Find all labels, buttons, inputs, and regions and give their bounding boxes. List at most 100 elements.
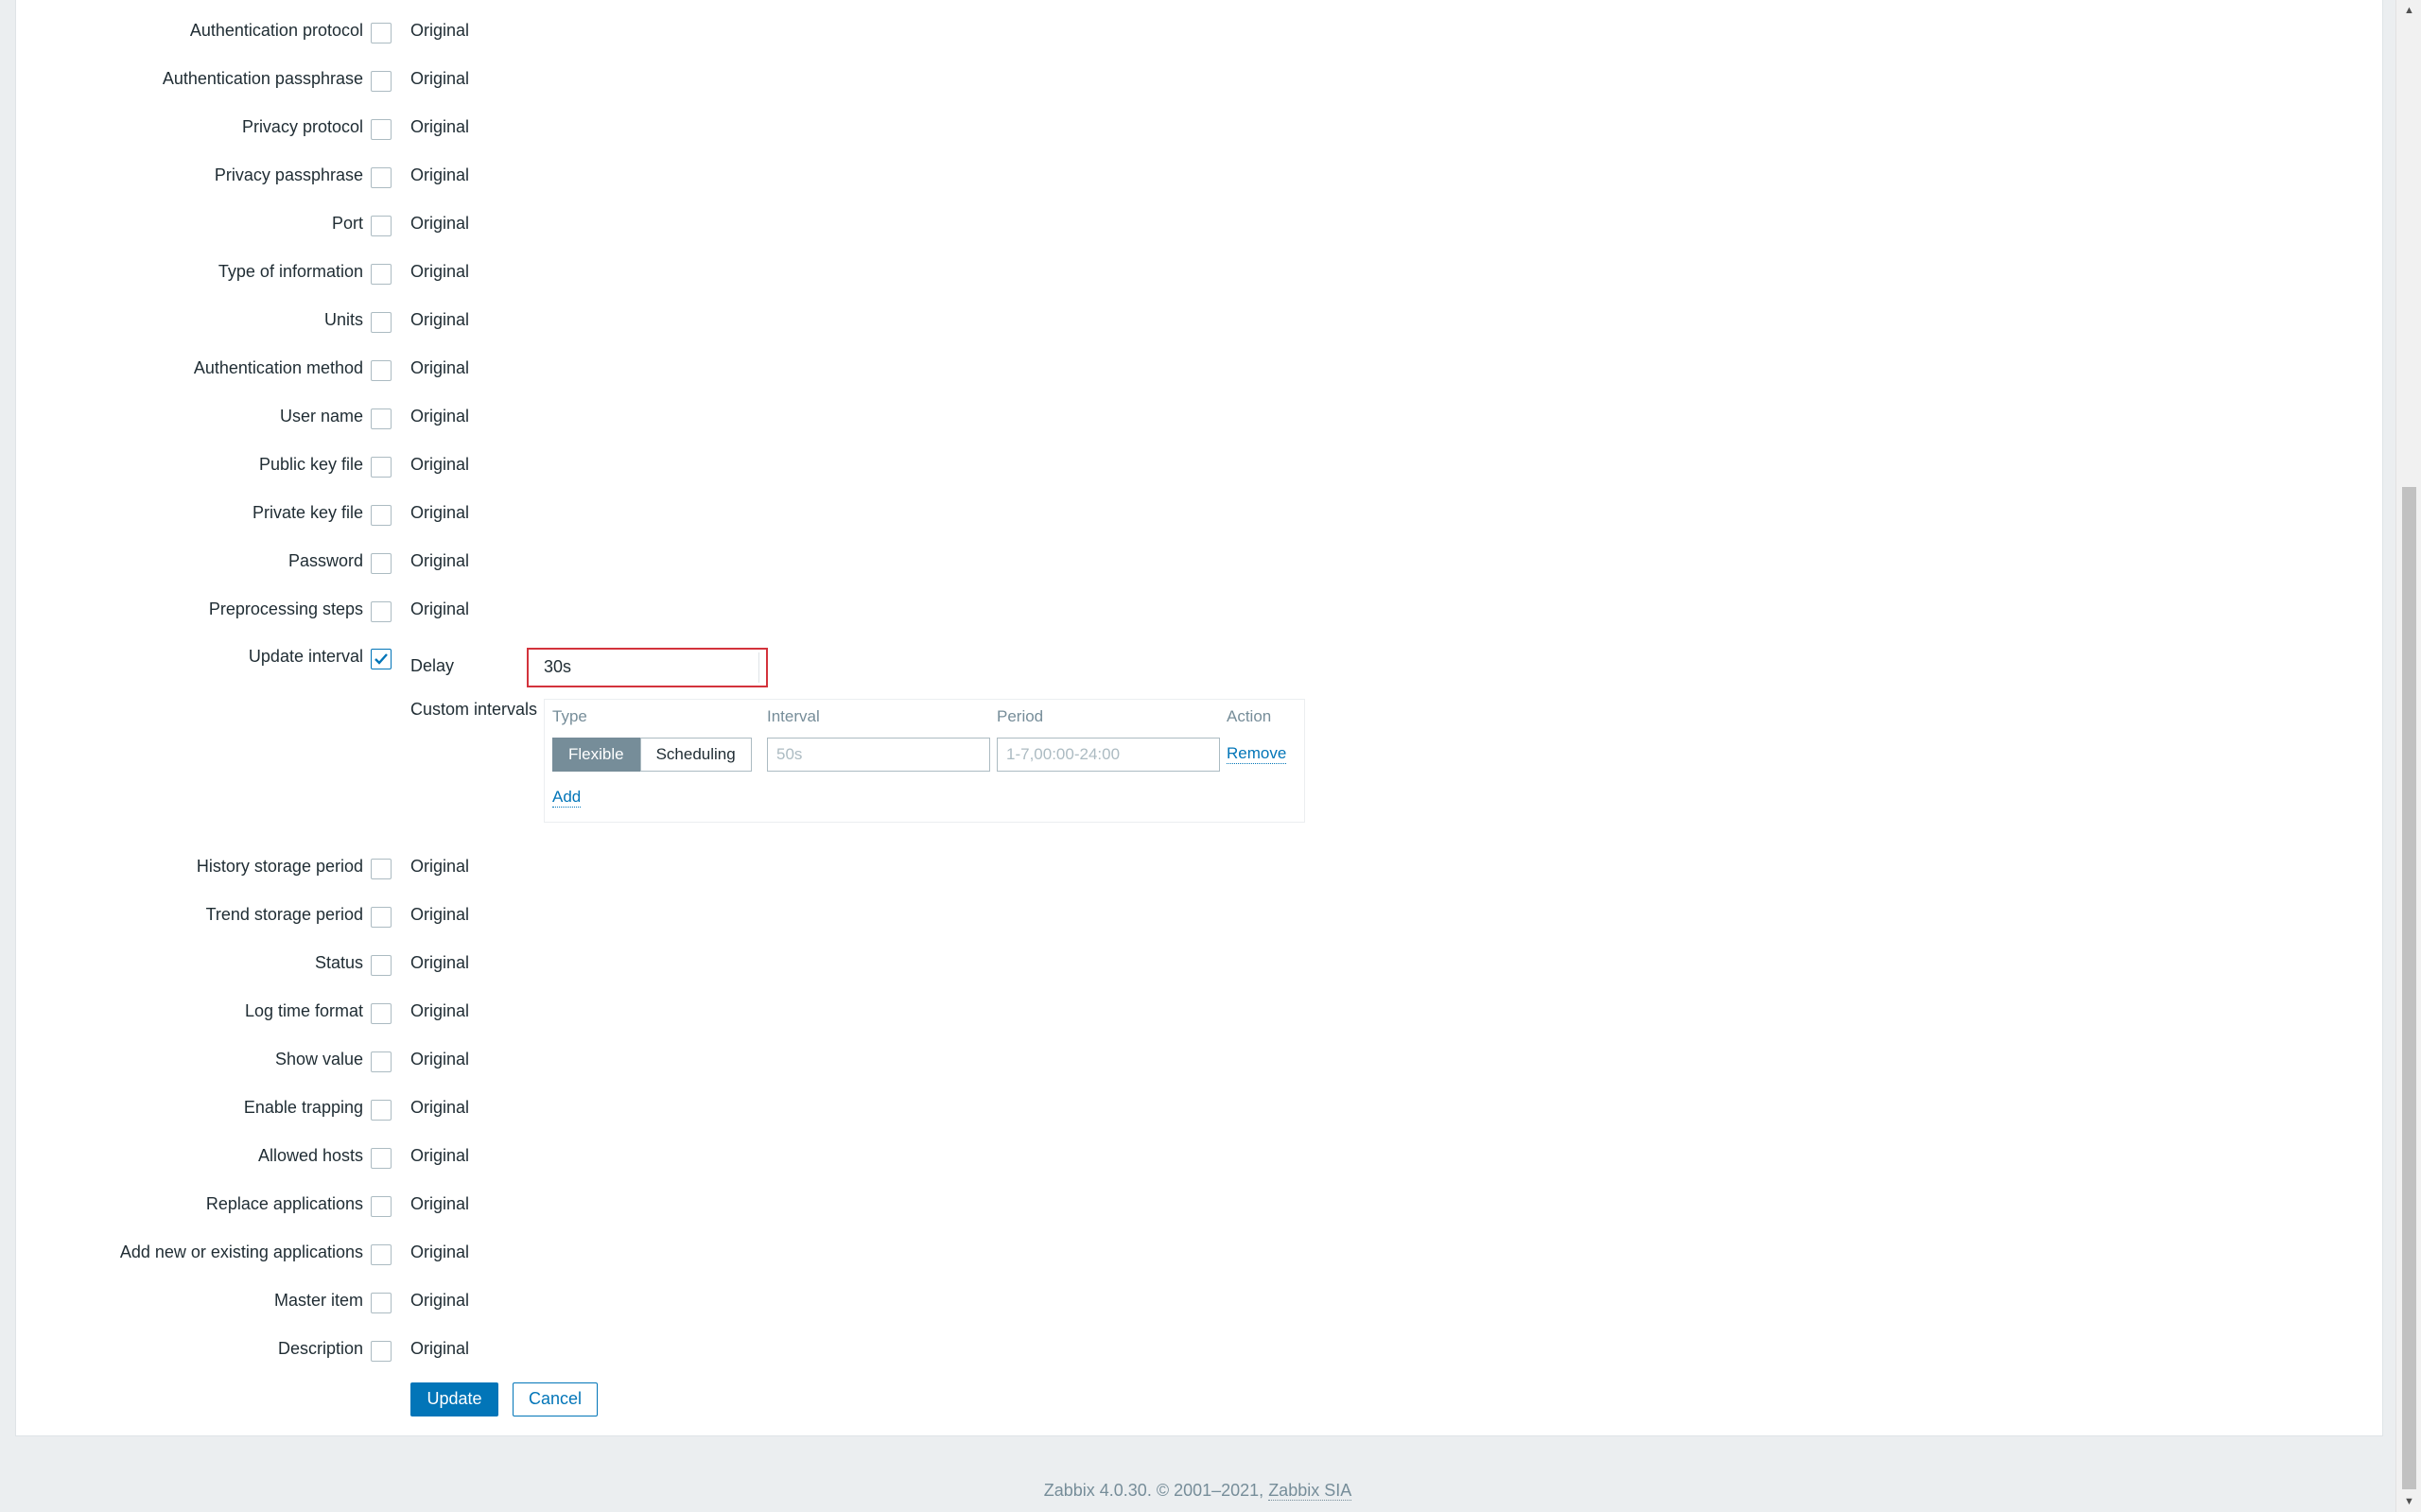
- form-row: Master item Original: [16, 1283, 2286, 1321]
- interval-type-segmented-control: Flexible Scheduling: [552, 738, 752, 772]
- update-interval-checkbox[interactable]: [371, 649, 392, 669]
- form-row: Description Original: [16, 1331, 2286, 1369]
- field-label: Private key file: [252, 503, 363, 522]
- type-scheduling-button[interactable]: Scheduling: [639, 738, 752, 772]
- field-update-checkbox[interactable]: [371, 23, 392, 43]
- original-value-text: Original: [410, 1098, 470, 1117]
- form-row: Privacy passphrase Original: [16, 158, 2286, 196]
- form-row: Units Original: [16, 303, 2286, 340]
- form-row: Authentication protocol Original: [16, 13, 2286, 51]
- field-label: Type of information: [218, 262, 363, 281]
- original-value-text: Original: [410, 1146, 470, 1165]
- field-update-checkbox[interactable]: [371, 71, 392, 92]
- original-value-text: Original: [410, 503, 470, 522]
- field-update-checkbox[interactable]: [371, 1100, 392, 1121]
- update-button[interactable]: Update: [410, 1382, 498, 1416]
- form-row: Replace applications Original: [16, 1187, 2286, 1225]
- delay-input[interactable]: 30s: [527, 648, 768, 687]
- scroll-up-arrow-icon[interactable]: ▲: [2396, 0, 2421, 21]
- original-value-text: Original: [410, 600, 470, 618]
- form-row: User name Original: [16, 399, 2286, 437]
- field-label: Password: [287, 551, 363, 570]
- field-label: Description: [277, 1339, 363, 1358]
- field-update-checkbox[interactable]: [371, 1051, 392, 1072]
- field-label: Authentication passphrase: [162, 69, 363, 88]
- field-label: Log time format: [244, 1001, 363, 1020]
- remove-interval-link[interactable]: Remove: [1227, 744, 1287, 764]
- column-header-interval: Interval: [767, 707, 820, 725]
- field-update-checkbox[interactable]: [371, 955, 392, 976]
- vertical-scrollbar[interactable]: ▲ ▼: [2395, 0, 2421, 1512]
- type-flexible-button[interactable]: Flexible: [552, 738, 640, 772]
- mass-update-form: Authentication protocol Original Authentic…: [15, 0, 2383, 1436]
- original-value-text: Original: [410, 551, 470, 570]
- field-update-checkbox[interactable]: [371, 1293, 392, 1313]
- field-update-checkbox[interactable]: [371, 216, 392, 236]
- field-label: Privacy passphrase: [214, 165, 363, 184]
- delay-value[interactable]: 30s: [544, 652, 759, 683]
- original-value-text: Original: [410, 1243, 470, 1261]
- field-update-checkbox[interactable]: [371, 601, 392, 622]
- field-update-checkbox[interactable]: [371, 408, 392, 429]
- original-value-text: Original: [410, 214, 470, 233]
- period-input[interactable]: 1-7,00:00-24:00: [997, 738, 1220, 772]
- field-update-checkbox[interactable]: [371, 264, 392, 285]
- form-row: Port Original: [16, 206, 2286, 244]
- form-row: Authentication passphrase Original: [16, 61, 2286, 99]
- field-update-checkbox[interactable]: [371, 312, 392, 333]
- form-row: Public key file Original: [16, 447, 2286, 485]
- field-label: Preprocessing steps: [208, 600, 363, 618]
- field-update-checkbox[interactable]: [371, 1341, 392, 1362]
- original-value-text: Original: [410, 1194, 470, 1213]
- field-label: Privacy protocol: [241, 117, 363, 136]
- form-row: Status Original: [16, 946, 2286, 983]
- field-label: Status: [314, 953, 363, 972]
- original-value-text: Original: [410, 165, 470, 184]
- scrollbar-thumb[interactable]: [2402, 487, 2416, 1489]
- interval-input[interactable]: 50s: [767, 738, 990, 772]
- field-label: Add new or existing applications: [119, 1243, 363, 1261]
- delay-label: Delay: [410, 656, 455, 675]
- field-label: Trend storage period: [205, 905, 363, 924]
- field-update-checkbox[interactable]: [371, 553, 392, 574]
- original-value-text: Original: [410, 21, 470, 40]
- field-update-checkbox[interactable]: [371, 457, 392, 478]
- form-row: Authentication method Original: [16, 351, 2286, 389]
- original-value-text: Original: [410, 262, 470, 281]
- field-update-checkbox[interactable]: [371, 167, 392, 188]
- field-update-checkbox[interactable]: [371, 1244, 392, 1265]
- field-update-checkbox[interactable]: [371, 859, 392, 879]
- form-row: History storage period Original: [16, 849, 2286, 887]
- form-row: Privacy protocol Original: [16, 110, 2286, 148]
- footer-company-link[interactable]: Zabbix SIA: [1268, 1481, 1352, 1501]
- scroll-down-arrow-icon[interactable]: ▼: [2396, 1491, 2421, 1512]
- field-label: Enable trapping: [243, 1098, 363, 1117]
- field-update-checkbox[interactable]: [371, 1196, 392, 1217]
- form-row: Add new or existing applications Original: [16, 1235, 2286, 1273]
- field-update-checkbox[interactable]: [371, 907, 392, 928]
- form-row: Trend storage period Original: [16, 897, 2286, 935]
- original-value-text: Original: [410, 1050, 470, 1069]
- footer: Zabbix 4.0.30. © 2001–2021, Zabbix SIA: [0, 1481, 2395, 1501]
- original-value-text: Original: [410, 857, 470, 876]
- field-update-checkbox[interactable]: [371, 119, 392, 140]
- field-label: Authentication protocol: [189, 21, 363, 40]
- field-update-checkbox[interactable]: [371, 1003, 392, 1024]
- form-row-update-interval: Update interval: [16, 639, 2286, 677]
- footer-text: Zabbix 4.0.30. © 2001–2021,: [1043, 1481, 1269, 1500]
- field-update-checkbox[interactable]: [371, 1148, 392, 1169]
- field-label: User name: [279, 407, 363, 426]
- column-header-type: Type: [552, 707, 587, 725]
- original-value-text: Original: [410, 1339, 470, 1358]
- original-value-text: Original: [410, 1001, 470, 1020]
- column-header-action: Action: [1227, 707, 1272, 725]
- field-label: Show value: [274, 1050, 363, 1069]
- add-interval-link[interactable]: Add: [552, 788, 582, 808]
- form-row: Show value Original: [16, 1042, 2286, 1080]
- form-row: Enable trapping Original: [16, 1090, 2286, 1128]
- field-label: Units: [323, 310, 363, 329]
- field-update-checkbox[interactable]: [371, 505, 392, 526]
- field-update-checkbox[interactable]: [371, 360, 392, 381]
- cancel-button[interactable]: Cancel: [513, 1382, 598, 1416]
- original-value-text: Original: [410, 310, 470, 329]
